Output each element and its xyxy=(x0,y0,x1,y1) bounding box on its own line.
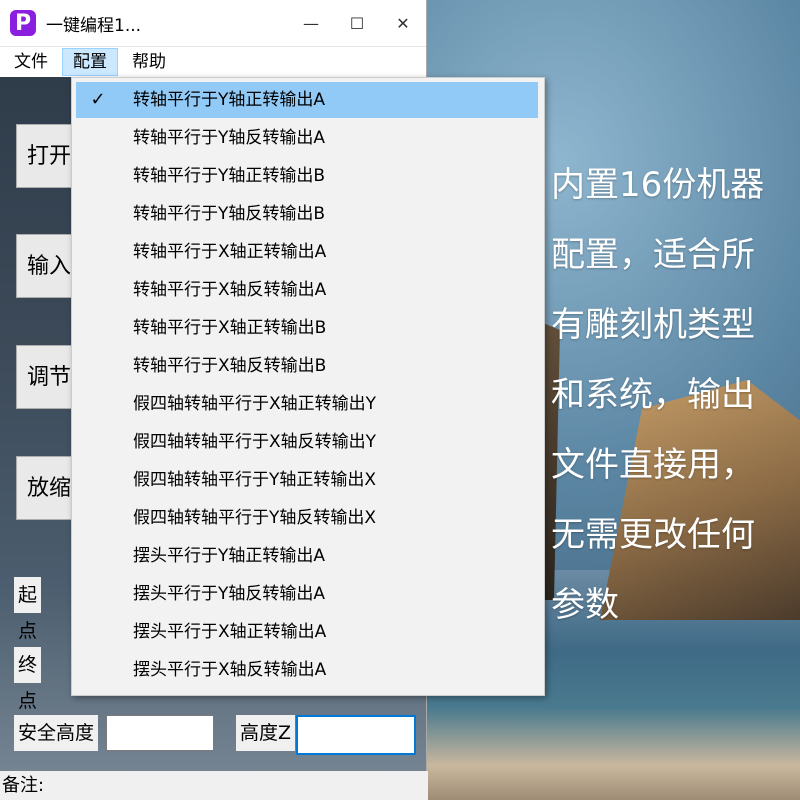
menu-option-label: 摆头平行于X轴正转输出A xyxy=(133,622,327,642)
menu-option[interactable]: 摆头平行于X轴正转输出A xyxy=(76,614,538,650)
window-title: 一键编程1... xyxy=(46,15,142,36)
menu-option-label: 假四轴转轴平行于X轴反转输出Y xyxy=(133,432,377,452)
promo-line: 配置，适合所 xyxy=(551,235,755,275)
promo-line: 有雕刻机类型 xyxy=(551,305,755,345)
height-z-input[interactable] xyxy=(296,715,416,755)
promo-line: 参数 xyxy=(551,585,619,625)
checkmark-icon: ✓ xyxy=(90,89,106,110)
promo-line: 文件直接用， xyxy=(551,445,755,485)
menu-option[interactable]: 转轴平行于X轴反转输出B xyxy=(76,348,538,384)
close-button[interactable]: ✕ xyxy=(380,0,426,46)
notes-label: 备注: xyxy=(2,775,45,796)
promo-text: 内置16份机器 配置，适合所 有雕刻机类型 和系统，输出 文件直接用， 无需更改… xyxy=(551,150,796,640)
menu-option-label: 转轴平行于X轴正转输出A xyxy=(133,242,327,262)
menu-option[interactable]: 假四轴转轴平行于X轴正转输出Y xyxy=(76,386,538,422)
menu-config[interactable]: 配置 xyxy=(62,48,118,76)
menu-option-label: 转轴平行于Y轴反转输出B xyxy=(133,204,326,224)
menu-option-label: 转轴平行于X轴反转输出B xyxy=(133,356,327,376)
menu-option[interactable]: 假四轴转轴平行于X轴反转输出Y xyxy=(76,424,538,460)
menu-option[interactable]: 转轴平行于Y轴正转输出B xyxy=(76,158,538,194)
menu-option[interactable]: 摆头平行于X轴反转输出A xyxy=(76,652,538,688)
menu-bar: 文件 配置 帮助 xyxy=(0,47,426,78)
promo-line: 和系统，输出 xyxy=(551,375,755,415)
menu-option-label: 摆头平行于X轴反转输出A xyxy=(133,660,327,680)
menu-option[interactable]: 转轴平行于Y轴反转输出B xyxy=(76,196,538,232)
menu-option[interactable]: 摆头平行于Y轴正转输出A xyxy=(76,538,538,574)
menu-option[interactable]: 转轴平行于X轴正转输出B xyxy=(76,310,538,346)
menu-option-label: 转轴平行于Y轴正转输出B xyxy=(133,166,326,186)
safe-height-label: 安全高度 xyxy=(14,715,99,751)
menu-option[interactable]: 转轴平行于X轴反转输出A xyxy=(76,272,538,308)
config-dropdown-menu: ✓ 转轴平行于Y轴正转输出A 转轴平行于Y轴反转输出A 转轴平行于Y轴正转输出B… xyxy=(71,77,545,696)
promo-line: 无需更改任何 xyxy=(551,515,755,555)
start-label: 起点 xyxy=(14,577,42,642)
height-z-label: 高度Z xyxy=(236,715,296,751)
menu-help[interactable]: 帮助 xyxy=(122,49,176,75)
menu-option-label: 摆头平行于Y轴反转输出A xyxy=(133,584,326,604)
menu-option-label: 转轴平行于X轴反转输出A xyxy=(133,280,327,300)
app-logo-icon: P xyxy=(10,10,36,36)
menu-file[interactable]: 文件 xyxy=(4,49,58,75)
menu-option[interactable]: 转轴平行于X轴正转输出A xyxy=(76,234,538,270)
menu-option[interactable]: 假四轴转轴平行于Y轴正转输出X xyxy=(76,462,538,498)
menu-option-label: 假四轴转轴平行于X轴正转输出Y xyxy=(133,394,377,414)
menu-option[interactable]: ✓ 转轴平行于Y轴正转输出A xyxy=(76,82,538,118)
menu-option-label: 摆头平行于Y轴正转输出A xyxy=(133,546,326,566)
menu-option[interactable]: 摆头平行于Y轴反转输出A xyxy=(76,576,538,612)
title-bar[interactable]: P 一键编程1... — ☐ ✕ xyxy=(0,0,426,47)
menu-option-label: 假四轴转轴平行于Y轴正转输出X xyxy=(133,470,377,490)
menu-option[interactable]: 转轴平行于Y轴反转输出A xyxy=(76,120,538,156)
end-label: 终点 xyxy=(14,647,42,712)
maximize-button[interactable]: ☐ xyxy=(334,0,380,46)
menu-option[interactable]: 假四轴转轴平行于Y轴反转输出X xyxy=(76,500,538,536)
menu-option-label: 假四轴转轴平行于Y轴反转输出X xyxy=(133,508,377,528)
promo-line: 内置16份机器 xyxy=(551,165,765,205)
minimize-button[interactable]: — xyxy=(288,0,334,46)
height-row: 安全高度 高度Z xyxy=(0,715,426,759)
menu-option-label: 转轴平行于X轴正转输出B xyxy=(133,318,327,338)
status-bar: 备注: xyxy=(0,771,428,800)
menu-option-label: 转轴平行于Y轴反转输出A xyxy=(133,128,326,148)
safe-height-input[interactable] xyxy=(106,715,214,751)
menu-option-label: 转轴平行于Y轴正转输出A xyxy=(133,90,326,110)
